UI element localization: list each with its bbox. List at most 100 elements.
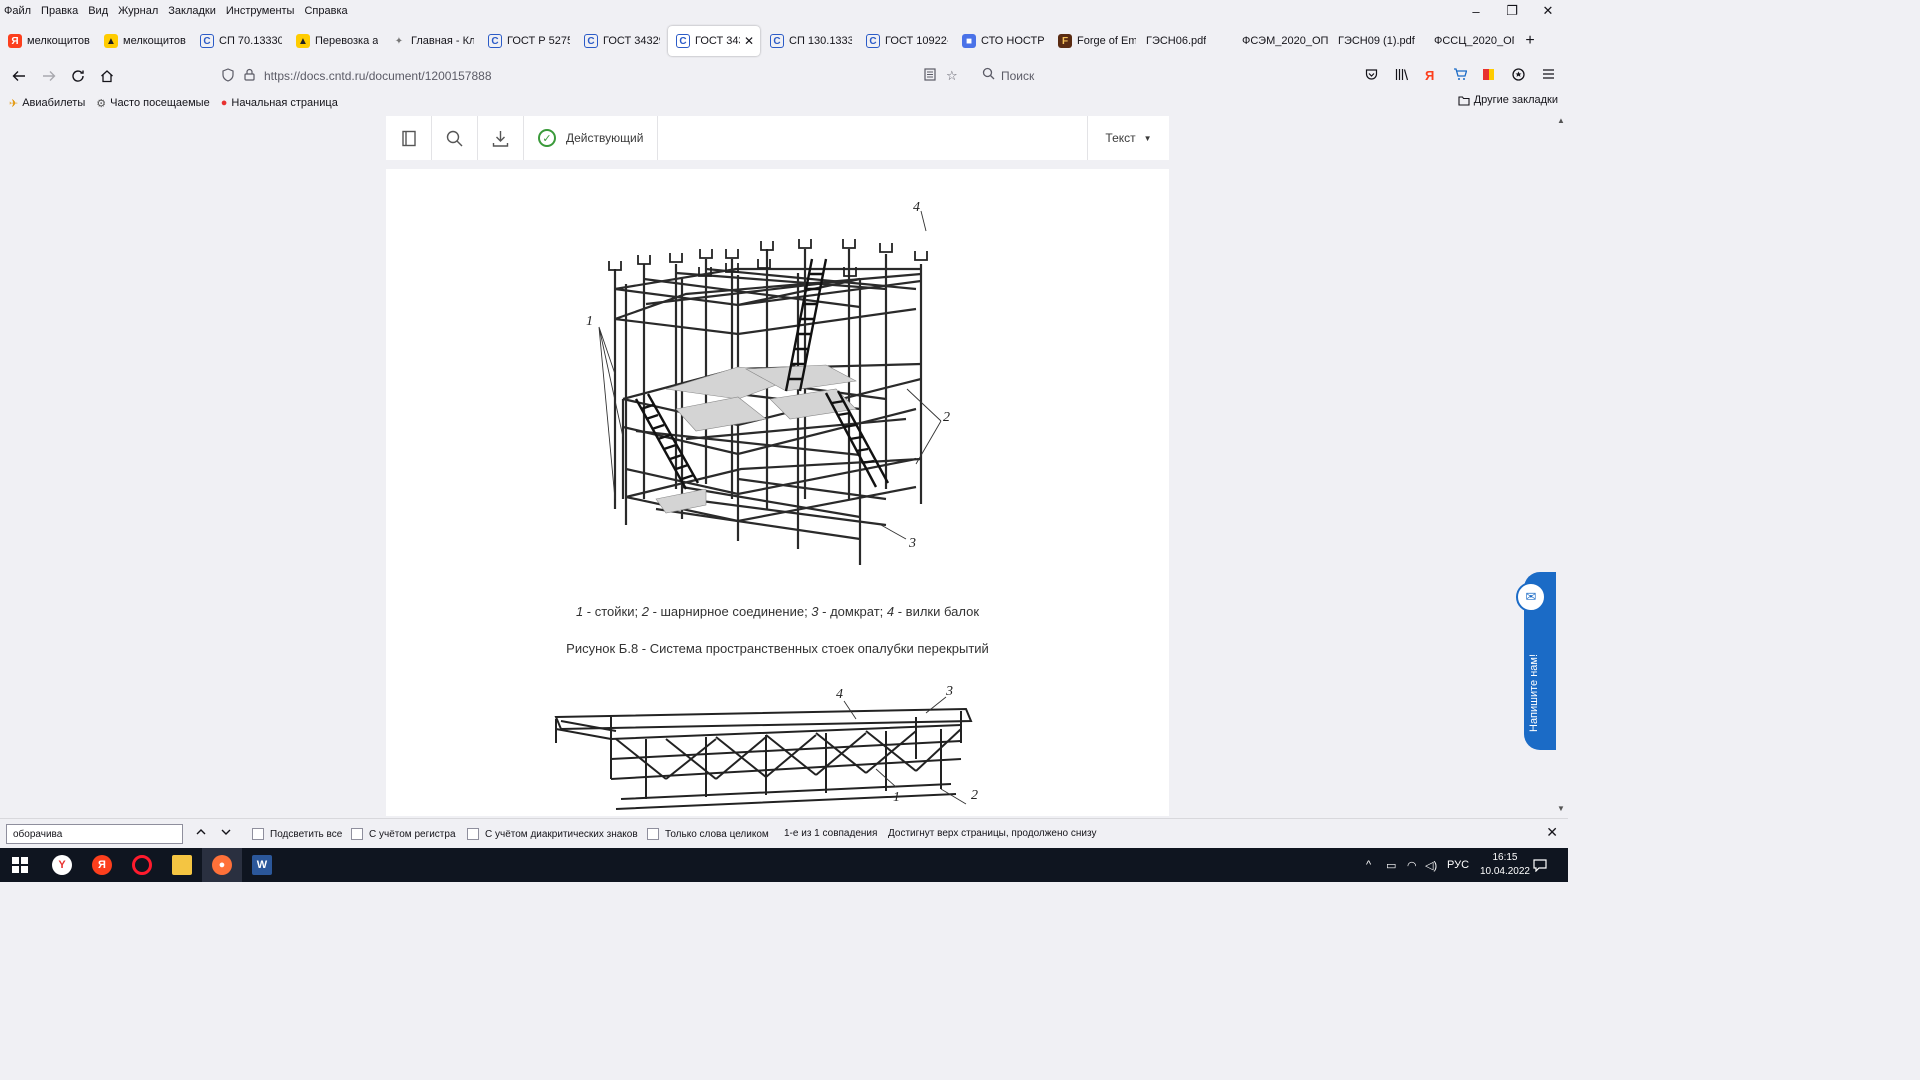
minimize-button[interactable]: –: [1456, 0, 1496, 22]
figure-legend: 1 - стойки; 2 - шарнирное соединение; 3 …: [575, 604, 980, 619]
tray-overflow-icon[interactable]: ^: [1366, 848, 1371, 882]
taskbar-yandex[interactable]: Я: [82, 848, 122, 882]
network-icon[interactable]: ◠: [1407, 848, 1417, 882]
taskbar-explorer[interactable]: [162, 848, 202, 882]
home-button[interactable]: [92, 60, 122, 92]
highlight-all-checkbox[interactable]: Подсветить все: [252, 828, 342, 840]
book-icon: [401, 130, 416, 146]
find-input[interactable]: [6, 824, 183, 844]
match-count: 1-е из 1 совпадения: [784, 828, 878, 839]
menu-bookmarks[interactable]: Закладки: [163, 2, 221, 20]
tab[interactable]: CГОСТ 10922-2: [858, 26, 954, 56]
bookmark-frequent[interactable]: ⚙ Часто посещаемые: [96, 97, 209, 110]
taskbar-yandex-browser[interactable]: Y: [42, 848, 82, 882]
volume-icon[interactable]: ◁): [1425, 848, 1437, 882]
search-icon: [446, 130, 463, 146]
tab[interactable]: FForge of Empi: [1050, 26, 1142, 56]
bookmark-star-icon[interactable]: ☆: [946, 68, 958, 84]
shield-icon[interactable]: [222, 68, 234, 85]
reload-button[interactable]: [63, 60, 93, 92]
figure-label: 3: [945, 684, 953, 699]
mail-icon: ✉: [1516, 582, 1546, 612]
url-bar[interactable]: https://docs.cntd.ru/document/1200157888…: [214, 62, 967, 90]
bookmark-flag-icon[interactable]: [1482, 68, 1495, 84]
yandex-icon: Я: [8, 34, 22, 48]
restore-button[interactable]: ❐: [1492, 0, 1532, 22]
lock-icon[interactable]: [244, 68, 255, 84]
reader-view-icon[interactable]: [924, 68, 936, 84]
checkbox[interactable]: [467, 828, 479, 840]
checkbox[interactable]: [647, 828, 659, 840]
menu-view[interactable]: Вид: [83, 2, 113, 20]
cntd-icon: C: [866, 34, 880, 48]
doc-search-button[interactable]: [432, 116, 478, 160]
match-case-checkbox[interactable]: С учётом регистра: [351, 828, 456, 840]
other-bookmarks[interactable]: Другие закладки: [1458, 94, 1558, 106]
yandex-icon[interactable]: Я: [1425, 68, 1434, 83]
language-indicator[interactable]: РУС: [1447, 848, 1469, 882]
home-icon: [101, 70, 113, 83]
hardhat-icon: ▲: [104, 34, 118, 48]
contents-button[interactable]: [386, 116, 432, 160]
pocket-icon[interactable]: [1365, 68, 1378, 84]
back-button[interactable]: [4, 60, 34, 92]
tab[interactable]: CГОСТ Р 52752-: [480, 26, 576, 56]
tab[interactable]: ФСЭМ_2020_ОП_: [1238, 26, 1334, 56]
cart-icon[interactable]: [1453, 68, 1468, 84]
scroll-up-icon[interactable]: ▲: [1557, 116, 1565, 125]
menu-history[interactable]: Журнал: [113, 2, 163, 20]
check-circle-icon: ✓: [538, 129, 556, 147]
find-next-button[interactable]: [220, 826, 232, 841]
view-mode-select[interactable]: Текст ▼: [1087, 116, 1169, 160]
forward-button[interactable]: [34, 60, 64, 92]
taskbar-opera[interactable]: [122, 848, 162, 882]
bookmark-aviatickets[interactable]: ✈ Авиабилеты: [9, 97, 85, 110]
tab[interactable]: ■СТО НОСТРО: [954, 26, 1050, 56]
tab-active[interactable]: CГОСТ 34329✕: [668, 26, 760, 56]
close-window-button[interactable]: ✕: [1528, 0, 1568, 22]
notifications-icon[interactable]: [1533, 848, 1547, 882]
scroll-down-icon[interactable]: ▼: [1557, 804, 1565, 813]
menu-tools[interactable]: Инструменты: [221, 2, 300, 20]
tab[interactable]: ▲ мелкощитов: [96, 26, 192, 56]
hamburger-menu-icon[interactable]: [1542, 68, 1555, 83]
tab[interactable]: CГОСТ 34329-2: [576, 26, 666, 56]
menu-help[interactable]: Справка: [299, 2, 352, 20]
vertical-scrollbar[interactable]: ▲ ▼: [1556, 114, 1568, 816]
tab[interactable]: ГЭСН06.pdf: [1142, 26, 1238, 56]
tab[interactable]: Ямелкощитов: [0, 26, 96, 56]
new-tab-button[interactable]: +: [1520, 26, 1540, 56]
library-icon[interactable]: [1395, 68, 1409, 84]
folder-icon: [172, 855, 192, 875]
checkbox[interactable]: [351, 828, 363, 840]
meet-icon[interactable]: ▭: [1386, 848, 1396, 882]
tab[interactable]: ФССЦ_2020_ОП+: [1430, 26, 1520, 56]
tab[interactable]: CСП 70.13330.2: [192, 26, 288, 56]
feedback-widget[interactable]: ✉ Напишите нам!: [1516, 572, 1556, 750]
tab[interactable]: ГЭСН09 (1).pdf: [1334, 26, 1430, 56]
find-previous-button[interactable]: [195, 826, 207, 841]
close-tab-icon[interactable]: ✕: [744, 34, 754, 48]
tab[interactable]: CСП 130.13330.: [762, 26, 858, 56]
start-button[interactable]: [0, 848, 40, 882]
menu-edit[interactable]: Правка: [36, 2, 83, 20]
checkbox[interactable]: [252, 828, 264, 840]
document-status: ✓ Действующий: [524, 116, 659, 160]
taskbar-word[interactable]: W: [242, 848, 282, 882]
match-diacritics-checkbox[interactable]: С учётом диакритических знаков: [467, 828, 638, 840]
document-toolbar: ✓ Действующий Текст ▼: [386, 116, 1169, 160]
taskbar-firefox[interactable]: ●: [202, 848, 242, 882]
clock[interactable]: 16:15 10.04.2022: [1480, 851, 1530, 879]
windows-icon: [12, 857, 28, 873]
menu-file[interactable]: Файл: [0, 2, 36, 20]
extension-badge-icon[interactable]: [1512, 68, 1525, 84]
emblem-icon: ✦: [394, 35, 404, 47]
figure-table-formwork: 4 3 1 2: [554, 684, 978, 810]
tab[interactable]: ▲ Перевозка ар: [288, 26, 384, 56]
search-bar[interactable]: Поиск: [975, 62, 1265, 90]
download-button[interactable]: [478, 116, 524, 160]
bookmark-start-page[interactable]: ● Начальная страница: [221, 97, 338, 109]
whole-words-checkbox[interactable]: Только слова целиком: [647, 828, 769, 840]
tab[interactable]: ✦Главная - Кла: [384, 26, 480, 56]
close-find-bar-icon[interactable]: ✕: [1546, 824, 1558, 841]
